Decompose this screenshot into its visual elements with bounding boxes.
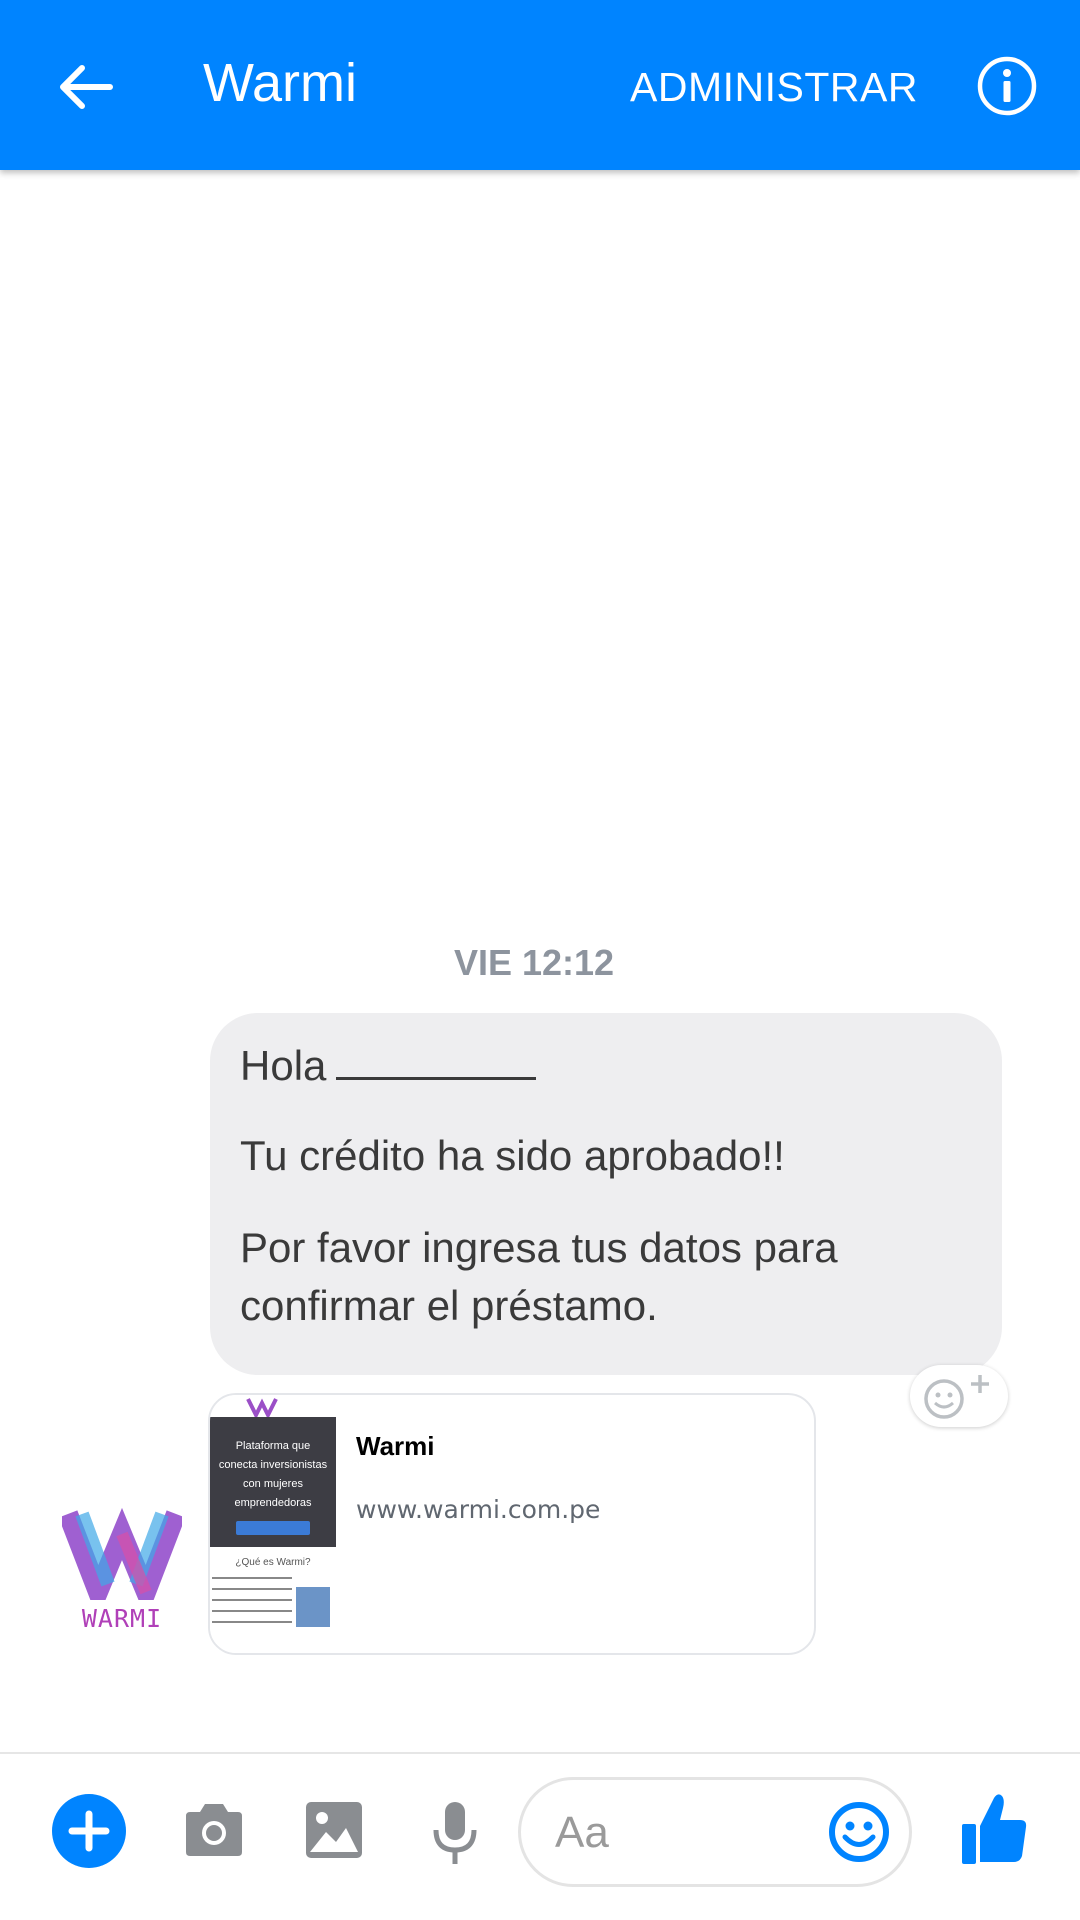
conversation-title[interactable]: Warmi xyxy=(203,50,357,116)
message-input[interactable]: Aa xyxy=(518,1777,912,1887)
link-url: www.warmi.com.pe xyxy=(356,1495,601,1524)
thumbnail-body-text xyxy=(212,1577,292,1633)
add-reaction-icon xyxy=(924,1375,989,1419)
warmi-logo-icon xyxy=(58,1507,186,1619)
link-title: Warmi xyxy=(356,1431,435,1461)
thumbnail-logo-icon xyxy=(246,1398,278,1417)
back-arrow-icon[interactable] xyxy=(52,54,118,120)
thumbnail-hero: Plataforma que conecta inversionistas co… xyxy=(210,1417,336,1547)
name-blank xyxy=(336,1040,537,1080)
thumbnail-headline: conecta inversionistas xyxy=(218,1459,328,1471)
add-reaction-button[interactable] xyxy=(910,1365,1008,1427)
emoji-icon[interactable] xyxy=(827,1800,891,1864)
image-icon[interactable] xyxy=(304,1800,364,1860)
more-actions-button[interactable] xyxy=(52,1794,126,1868)
thumbnail-person-image xyxy=(296,1587,330,1627)
thumbnail-question: ¿Qué es Warmi? xyxy=(235,1557,311,1568)
message-timestamp: VIE 12:12 xyxy=(453,942,615,983)
sender-avatar[interactable]: WARMI xyxy=(58,1500,186,1634)
message-approval-text: Tu crédito ha sido aprobado!! xyxy=(240,1132,785,1179)
link-thumbnail: Plataforma que conecta inversionistas co… xyxy=(210,1395,336,1653)
avatar-label: WARMI xyxy=(81,1604,163,1633)
manage-button[interactable]: ADMINISTRAR xyxy=(630,62,918,112)
info-icon[interactable] xyxy=(976,55,1038,117)
message-bubble[interactable]: Hola Tu crédito ha sido aprobado!! Por f… xyxy=(210,1013,1002,1375)
thumbnail-headline: emprendedoras xyxy=(234,1497,312,1509)
message-instruction-text: Por favor ingresa tus datos para confirm… xyxy=(240,1224,838,1329)
conversation-header: Warmi ADMINISTRAR xyxy=(0,0,1080,170)
thumbnail-headline: Plataforma que xyxy=(235,1440,311,1452)
thumbnail-headline: con mujeres xyxy=(243,1478,303,1490)
thumbs-up-icon[interactable] xyxy=(960,1790,1028,1866)
thumbnail-button xyxy=(236,1521,310,1535)
plus-icon xyxy=(68,1810,110,1852)
microphone-icon[interactable] xyxy=(430,1800,480,1866)
camera-icon[interactable] xyxy=(182,1800,246,1860)
message-greeting: Hola xyxy=(240,1037,972,1095)
link-preview-card[interactable]: Plataforma que conecta inversionistas co… xyxy=(208,1393,816,1655)
message-input-placeholder: Aa xyxy=(555,1808,609,1857)
